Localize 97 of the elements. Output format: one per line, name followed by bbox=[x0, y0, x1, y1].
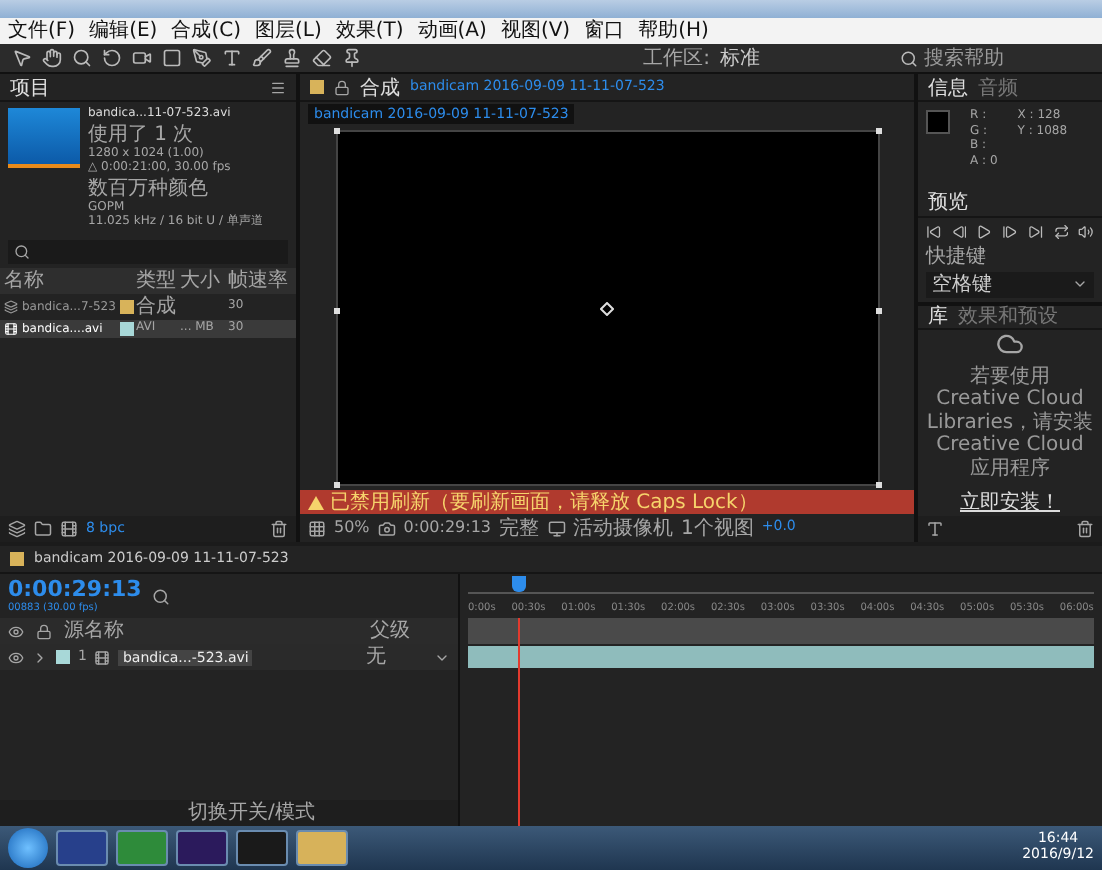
column-title[interactable]: 类型 bbox=[136, 269, 180, 292]
handle-icon[interactable] bbox=[875, 308, 881, 314]
first-frame-icon[interactable] bbox=[926, 223, 942, 239]
handle-icon[interactable] bbox=[875, 128, 881, 134]
speaker-icon[interactable] bbox=[1078, 223, 1095, 239]
folder-icon[interactable] bbox=[34, 520, 52, 538]
resolution-select[interactable]: 完整 bbox=[499, 517, 539, 539]
comp-color-icon bbox=[310, 80, 324, 94]
loop-icon[interactable] bbox=[1053, 223, 1069, 239]
text-icon[interactable] bbox=[926, 520, 944, 538]
trash-icon[interactable] bbox=[270, 520, 288, 538]
previous-frame-icon[interactable] bbox=[951, 223, 967, 239]
shortcut-label: 快捷键 bbox=[923, 245, 988, 267]
panel-tab[interactable]: 效果和预设 bbox=[958, 302, 1058, 330]
workspace-name[interactable]: 标准 bbox=[720, 47, 760, 69]
menu-item[interactable]: 图层(L) bbox=[254, 19, 322, 43]
column-title[interactable]: 帧速率 bbox=[228, 269, 288, 292]
column-title[interactable]: 父级 bbox=[370, 620, 450, 642]
shortcut-select[interactable]: 空格键 bbox=[926, 271, 1094, 297]
camera-select[interactable]: 活动摄像机 bbox=[573, 517, 673, 539]
warning-icon bbox=[308, 495, 324, 509]
handle-icon[interactable] bbox=[333, 128, 339, 134]
handle-icon[interactable] bbox=[333, 308, 339, 314]
rotate-icon[interactable] bbox=[102, 48, 122, 68]
snapshot-icon[interactable] bbox=[377, 519, 396, 537]
composition-icon[interactable] bbox=[4, 299, 18, 314]
usage-count: 使用了 1 次 bbox=[88, 123, 196, 146]
start-button[interactable] bbox=[8, 828, 48, 868]
video-thumbnail bbox=[8, 108, 80, 168]
search-icon[interactable] bbox=[14, 243, 30, 260]
menu-item[interactable]: 视图(V) bbox=[500, 19, 571, 43]
workspace-label: 工作区: bbox=[643, 47, 710, 69]
next-frame-icon[interactable] bbox=[1002, 223, 1018, 239]
menu-item[interactable]: 编辑(E) bbox=[89, 19, 158, 43]
warning-text: 已禁用刷新（要刷新画面，请释放 Caps Lock） bbox=[330, 491, 758, 513]
lock-icon[interactable] bbox=[334, 79, 350, 95]
panel-tab[interactable]: 预览 bbox=[928, 188, 968, 216]
handle-icon[interactable] bbox=[875, 482, 881, 488]
expand-icon[interactable] bbox=[32, 649, 48, 665]
panel-tab[interactable]: 音频 bbox=[978, 73, 1018, 101]
eye-icon[interactable] bbox=[8, 649, 24, 665]
panel-tab[interactable]: 项目 bbox=[10, 73, 50, 101]
column-title[interactable]: 大小 bbox=[180, 269, 228, 292]
cloud-icon bbox=[996, 329, 1024, 357]
film-icon[interactable] bbox=[94, 649, 111, 665]
hand-icon[interactable] bbox=[42, 48, 62, 68]
menu-item[interactable]: 动画(A) bbox=[417, 19, 487, 43]
menu-item[interactable]: 帮助(H) bbox=[638, 19, 709, 43]
panel-tab[interactable]: 信息 bbox=[928, 73, 968, 101]
handle-icon[interactable] bbox=[333, 482, 339, 488]
anchor-point-icon[interactable] bbox=[600, 301, 614, 315]
zoom-icon[interactable] bbox=[72, 48, 92, 68]
pen-icon[interactable] bbox=[192, 48, 212, 68]
library-message: 若要使用 Creative Cloud Libraries，请安装 Creative Cloud 应用程序 bbox=[926, 365, 1094, 480]
parent-select[interactable]: 无 bbox=[366, 646, 426, 668]
menu-item[interactable]: 窗口 bbox=[584, 19, 625, 43]
eraser-icon[interactable] bbox=[312, 48, 332, 68]
panel-tab[interactable]: 合成 bbox=[360, 73, 400, 101]
column-title[interactable]: 源名称 bbox=[64, 620, 224, 642]
pin-icon[interactable] bbox=[342, 48, 362, 68]
search-field[interactable] bbox=[8, 239, 288, 264]
caret-icon[interactable] bbox=[1072, 276, 1088, 292]
menu-item[interactable]: 合成(C) bbox=[171, 19, 241, 43]
playhead-handle[interactable] bbox=[512, 576, 527, 592]
item-type: 合成 bbox=[136, 295, 178, 318]
menu-item[interactable]: 效果(T) bbox=[335, 19, 404, 43]
current-time[interactable]: 0:00:29:13 bbox=[8, 576, 142, 603]
current-time[interactable]: 0:00:29:13 bbox=[403, 519, 491, 537]
last-frame-icon[interactable] bbox=[1027, 223, 1044, 239]
item-info: 数百万种颜色 bbox=[88, 177, 210, 200]
menu-icon[interactable] bbox=[270, 79, 286, 95]
lock-icon[interactable] bbox=[36, 623, 52, 639]
brush-icon[interactable] bbox=[252, 48, 272, 68]
camera-icon[interactable] bbox=[132, 48, 152, 68]
label-swatch bbox=[56, 650, 70, 664]
app-button[interactable] bbox=[236, 830, 288, 866]
panel-tab[interactable]: 库 bbox=[928, 302, 948, 330]
column-title[interactable]: 名称 bbox=[4, 269, 120, 292]
app-button[interactable] bbox=[56, 830, 108, 866]
zoom-level[interactable]: 50% bbox=[334, 519, 370, 537]
pointer-icon[interactable] bbox=[12, 48, 32, 68]
menu-item[interactable]: 文件(F) bbox=[8, 19, 76, 43]
color-swatch bbox=[926, 110, 950, 134]
eye-icon[interactable] bbox=[8, 623, 24, 639]
search-field[interactable]: 搜索帮助 bbox=[900, 47, 1090, 69]
install-link[interactable]: 立即安装！ bbox=[960, 488, 1060, 516]
app-button[interactable] bbox=[176, 830, 228, 866]
view-layout-select[interactable]: 1个视图 bbox=[681, 517, 754, 539]
search-icon[interactable] bbox=[900, 49, 918, 67]
grid-icon[interactable] bbox=[308, 519, 326, 537]
stamp-icon[interactable] bbox=[282, 48, 302, 68]
play-icon[interactable] bbox=[976, 223, 993, 239]
search-icon[interactable] bbox=[151, 587, 170, 605]
rectangle-icon[interactable] bbox=[162, 48, 182, 68]
trash-icon[interactable] bbox=[1076, 520, 1094, 538]
comp-color-icon bbox=[10, 552, 24, 566]
text-icon[interactable] bbox=[222, 48, 242, 68]
